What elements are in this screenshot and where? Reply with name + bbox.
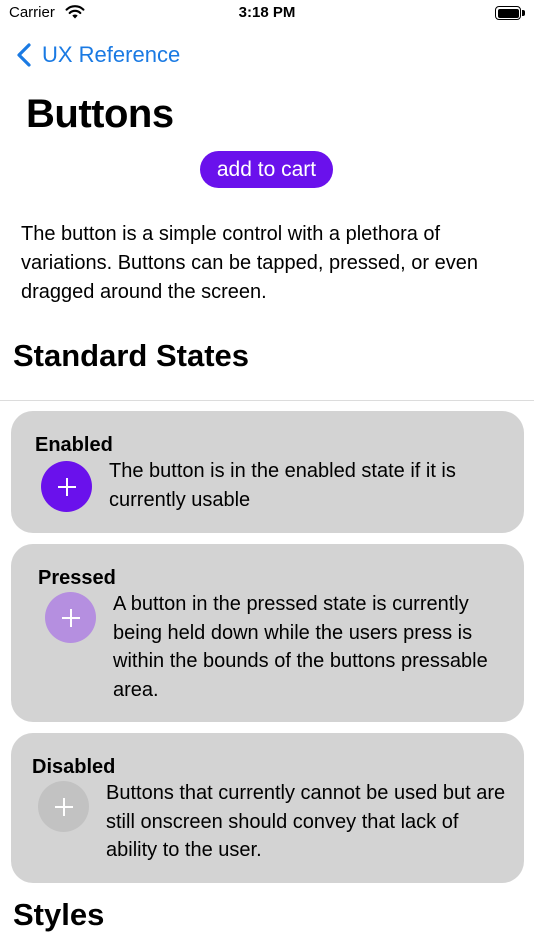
state-card-pressed: Pressed A button in the pressed state is… <box>11 544 524 722</box>
battery-icon <box>495 6 525 21</box>
state-title: Disabled <box>32 756 116 778</box>
page-title: Buttons <box>26 92 174 136</box>
enabled-plus-button[interactable] <box>41 461 92 512</box>
add-to-cart-button[interactable]: add to cart <box>200 151 333 188</box>
status-time: 3:18 PM <box>238 4 296 21</box>
state-description: The button is in the enabled state if it… <box>109 460 456 511</box>
disabled-plus-button <box>38 781 89 832</box>
plus-icon <box>54 797 73 816</box>
back-button-label: UX Reference <box>42 42 181 67</box>
state-title: Enabled <box>35 434 113 456</box>
page-description: The button is a simple control with a pl… <box>21 223 478 303</box>
section-heading-styles: Styles <box>13 897 105 932</box>
plus-icon <box>61 608 80 627</box>
divider <box>0 400 534 401</box>
pressed-plus-button[interactable] <box>45 592 96 643</box>
section-heading-standard-states: Standard States <box>13 338 250 373</box>
plus-icon <box>57 477 76 496</box>
state-card-enabled: Enabled The button is in the enabled sta… <box>11 411 524 533</box>
chevron-left-icon <box>17 43 31 67</box>
back-button[interactable]: UX Reference <box>14 40 180 70</box>
state-title: Pressed <box>38 567 116 589</box>
state-card-disabled: Disabled Buttons that currently cannot b… <box>11 733 524 883</box>
status-bar: Carrier 3:18 PM <box>0 0 534 30</box>
state-description: Buttons that currently cannot be used bu… <box>106 782 506 861</box>
state-description: A button in the pressed state is current… <box>113 593 488 701</box>
